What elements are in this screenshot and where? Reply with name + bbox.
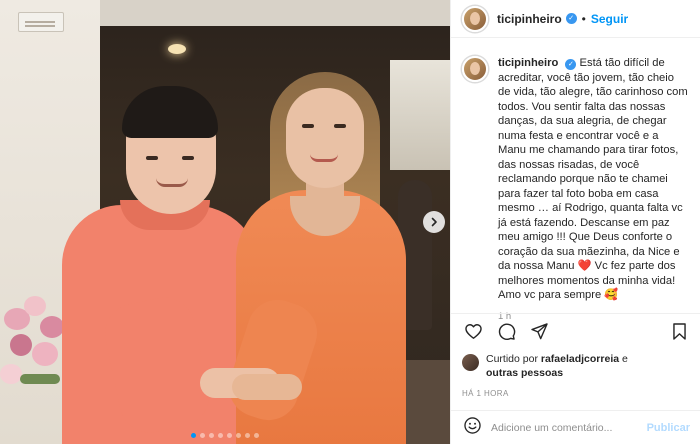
photo-woman-face xyxy=(286,88,364,188)
liker-avatar[interactable] xyxy=(462,354,479,371)
photo-woman-eye xyxy=(334,124,346,128)
caption-author-username[interactable]: ticipinheiro xyxy=(498,57,558,69)
publish-button[interactable]: Publicar xyxy=(647,422,690,434)
verified-badge-icon: ✓ xyxy=(565,13,577,24)
photo-lamp xyxy=(168,44,186,54)
paper-plane-icon xyxy=(530,322,549,346)
carousel-dot xyxy=(245,433,250,438)
post-date: HÁ 1 HORA xyxy=(462,389,509,398)
smiley-icon xyxy=(463,416,482,440)
photo-woman-eye xyxy=(302,124,314,128)
heart-icon xyxy=(464,322,483,346)
comment-input[interactable] xyxy=(491,421,641,434)
author-avatar[interactable] xyxy=(462,5,488,32)
like-button[interactable] xyxy=(462,323,484,345)
carousel-dot xyxy=(218,433,223,438)
post-header: ticipinheiro ✓ • Seguir xyxy=(451,0,700,38)
bookmark-icon xyxy=(670,322,689,346)
photo-man-smile xyxy=(156,178,188,187)
photo-woman-smile xyxy=(310,154,338,162)
emoji-button[interactable] xyxy=(462,416,482,440)
carousel-dot xyxy=(254,433,259,438)
caption-content: Está tão difícil de acreditar, você tão … xyxy=(498,57,688,301)
save-button[interactable] xyxy=(668,322,690,346)
carousel-dots xyxy=(0,433,450,438)
verified-badge-icon: ✓ xyxy=(565,59,577,70)
photo-man-eye xyxy=(182,156,194,160)
carousel-dot xyxy=(191,433,196,438)
share-button[interactable] xyxy=(528,322,550,346)
caption-author-avatar[interactable] xyxy=(462,56,488,82)
photo-wall-sign xyxy=(18,12,64,32)
liker-username[interactable]: rafaeladjcorreia xyxy=(541,353,619,365)
photo-window xyxy=(390,60,450,170)
follow-button[interactable]: Seguir xyxy=(591,12,628,26)
caption-body: ticipinheiro ✓ Está tão difícil de acred… xyxy=(498,56,688,322)
likes-others-link[interactable]: outras pessoas xyxy=(486,367,563,379)
caption-text: ticipinheiro ✓ Está tão difícil de acred… xyxy=(498,56,688,303)
chevron-right-icon xyxy=(429,216,439,229)
add-comment-bar: Publicar xyxy=(451,410,700,444)
photo-man-eye xyxy=(146,156,158,160)
likes-text: Curtido por rafaeladjcorreia e outras pe… xyxy=(486,352,628,380)
carousel-dot xyxy=(209,433,214,438)
photo-woman-hand xyxy=(232,374,302,400)
post-photo[interactable] xyxy=(0,0,450,444)
photo-background-ceiling xyxy=(100,0,450,26)
likes-connector: e xyxy=(619,353,628,365)
post-side-panel: ticipinheiro ✓ • Seguir ticipinheiro ✓ E… xyxy=(450,0,700,444)
comment-button[interactable] xyxy=(495,323,517,345)
caption-section: ticipinheiro ✓ Está tão difícil de acred… xyxy=(451,38,700,322)
carousel-dot xyxy=(200,433,205,438)
carousel-dot xyxy=(227,433,232,438)
carousel-next-button[interactable] xyxy=(423,211,445,233)
comment-icon xyxy=(497,322,516,346)
likes-prefix: Curtido por xyxy=(486,353,541,365)
likes-summary: Curtido por rafaeladjcorreia e outras pe… xyxy=(462,352,692,380)
author-username[interactable]: ticipinheiro xyxy=(497,12,562,26)
header-separator: • xyxy=(581,11,586,26)
carousel-dot xyxy=(236,433,241,438)
photo-man-hair xyxy=(122,86,218,138)
action-bar xyxy=(451,313,700,353)
